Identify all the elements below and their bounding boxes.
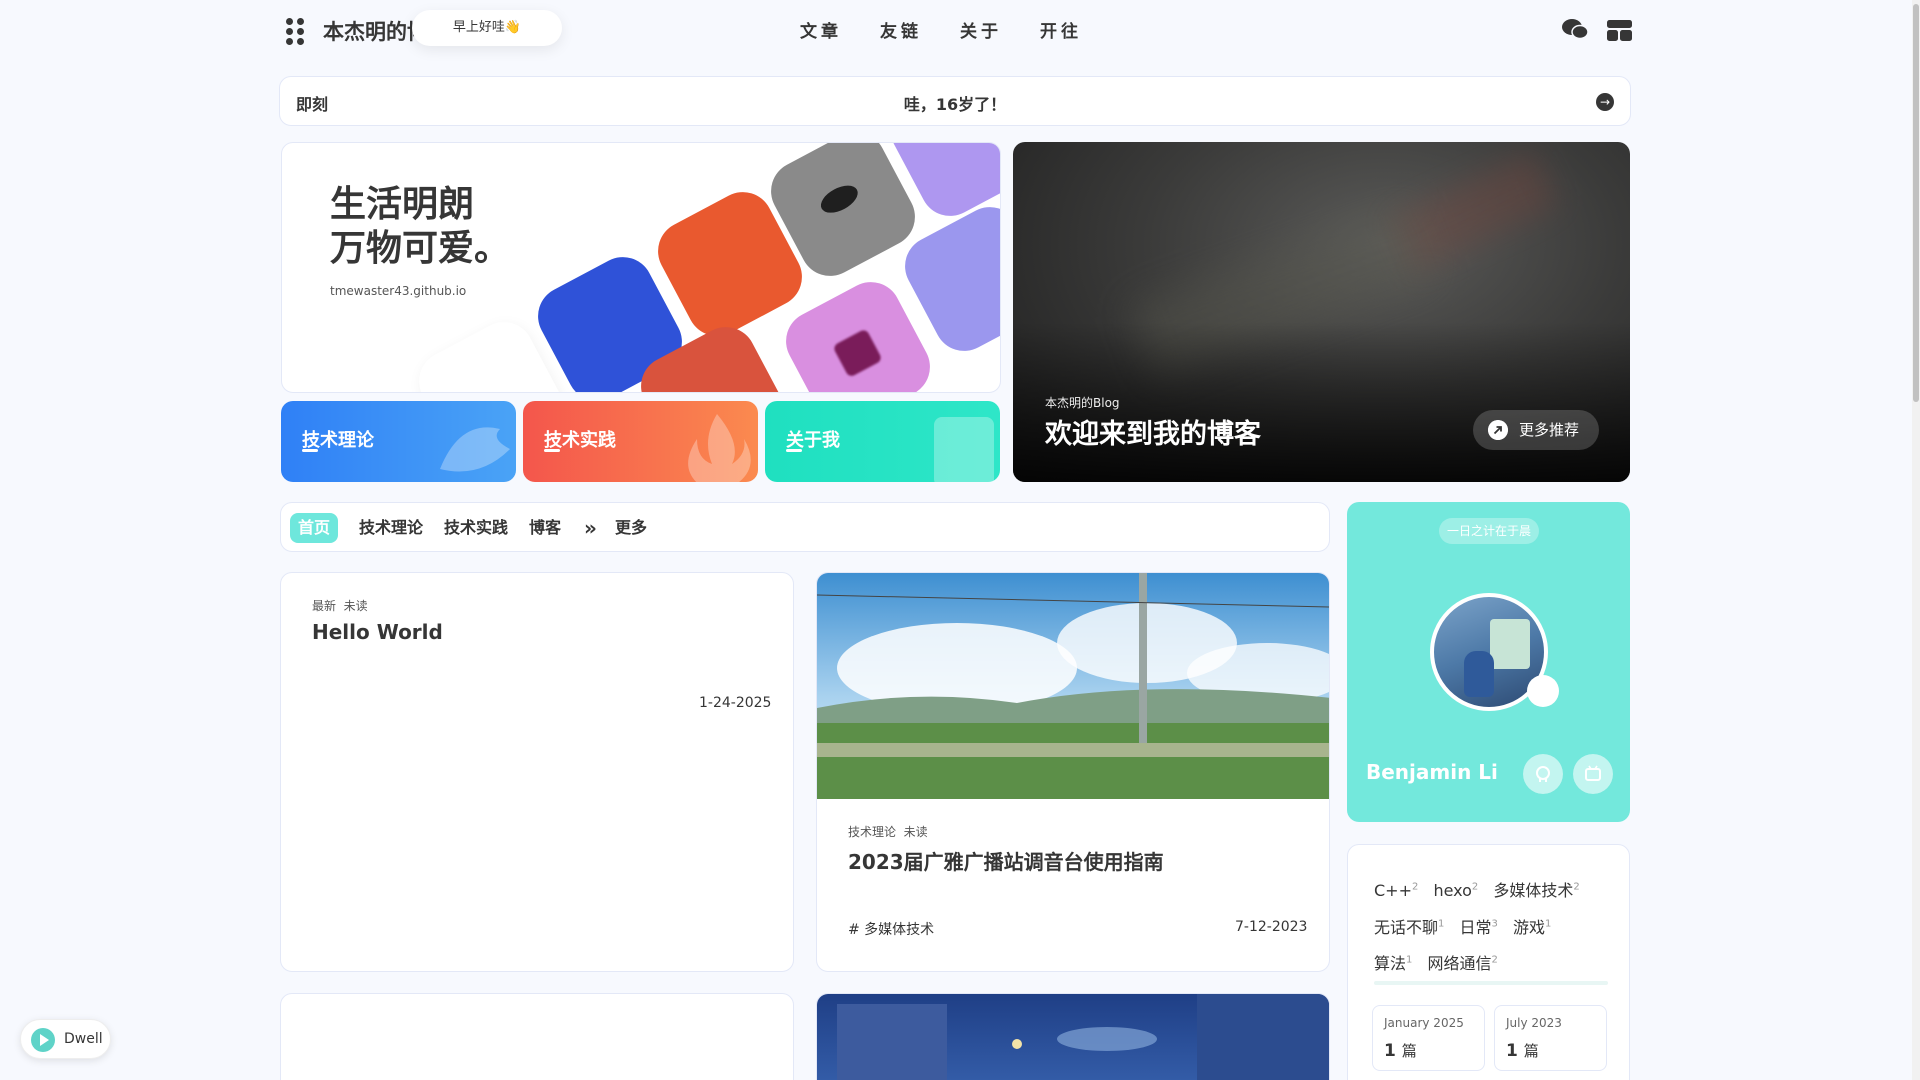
tag-item[interactable]: C++2 [1374, 881, 1418, 900]
tag-item[interactable]: 多媒体技术2 [1493, 881, 1579, 900]
more-recommendations-button[interactable]: 更多推荐 [1473, 410, 1599, 450]
nav-menu: 文章 友链 关于 开往 [800, 17, 1082, 42]
featured-subtitle: 本杰明的Blog [1045, 396, 1120, 410]
double-chevron-right-icon[interactable]: » [576, 513, 605, 543]
category-underline [786, 449, 802, 452]
nav-link-friends[interactable]: 友链 [880, 17, 922, 42]
archive-count: 1 篇 [1384, 1041, 1417, 1061]
author-name: Benjamin Li [1366, 760, 1498, 784]
nav-link-about[interactable]: 关于 [960, 17, 1002, 42]
post-date: 7-12-2023 [1235, 919, 1308, 935]
scrollbar-thumb[interactable] [1913, 4, 1919, 402]
archive-month: July 2023 [1506, 1016, 1562, 1030]
post-meta: 技术理论 未读 [848, 825, 928, 839]
category-card-about[interactable]: 关于我 [765, 401, 1000, 482]
play-icon [31, 1028, 55, 1052]
post-cover-image[interactable] [817, 573, 1330, 799]
github-icon[interactable] [1523, 754, 1563, 794]
divider [1374, 981, 1608, 985]
grid-dots-icon[interactable] [286, 18, 306, 45]
top-navbar: 本杰明的博客 早上好哇👋 文章 友链 关于 开往 [0, 0, 1912, 60]
arrow-right-icon[interactable]: → [1596, 93, 1614, 111]
featured-title: 欢迎来到我的博客 [1045, 419, 1261, 450]
bilibili-icon[interactable] [1573, 754, 1613, 794]
hero-banner: 生活明朗 万物可爱。 tmewaster43.github.io [281, 142, 1001, 393]
post-card[interactable] [816, 993, 1330, 1080]
layout-icon[interactable] [1607, 18, 1632, 42]
dwell-widget[interactable]: Dwell [20, 1019, 111, 1059]
post-tag[interactable]: # 多媒体技术 [848, 919, 934, 939]
archive-count: 1 篇 [1506, 1041, 1539, 1061]
post-meta: 最新 未读 [312, 599, 368, 613]
nav-link-articles[interactable]: 文章 [800, 17, 842, 42]
category-underline [544, 449, 560, 452]
slogan-line-1: 生活明朗 [330, 184, 475, 225]
tab-more[interactable]: 更多 [607, 513, 655, 543]
post-title[interactable]: 2023届广雅广播站调音台使用指南 [848, 846, 1164, 875]
post-cover-image[interactable] [817, 994, 1330, 1080]
tab-practice[interactable]: 技术实践 [436, 513, 516, 543]
hero-slogan: 生活明朗 万物可爱。 [330, 183, 510, 271]
status-dot [1527, 675, 1559, 707]
tag-item[interactable]: hexo2 [1433, 881, 1478, 900]
tag-cloud-card: C++2 hexo2 多媒体技术2 无话不聊1 日常3 游戏1 算法1 网络通信… [1347, 844, 1630, 1080]
post-card[interactable]: 技术理论 未读 2023届广雅广播站调音台使用指南 # 多媒体技术 7-12-2… [816, 572, 1330, 972]
archive-item[interactable]: January 2025 1 篇 [1372, 1005, 1485, 1071]
motto-badge: 一日之计在于晨 [1439, 518, 1539, 544]
announcement-bar[interactable]: 即刻 哇，16岁了！ → [279, 76, 1631, 126]
category-card-theory[interactable]: 技术理论 [281, 401, 516, 482]
fire-icon [688, 414, 751, 482]
nav-link-travelling[interactable]: 开往 [1040, 17, 1082, 42]
wechat-icon[interactable] [1562, 17, 1588, 41]
arrow-up-right-icon [1488, 420, 1508, 440]
tag-cloud: C++2 hexo2 多媒体技术2 无话不聊1 日常3 游戏1 算法1 网络通信… [1374, 871, 1614, 980]
site-title[interactable]: 本杰明的博客 [323, 16, 417, 46]
announcement-text: 哇，16岁了！ [903, 95, 1007, 114]
site-url: tmewaster43.github.io [330, 284, 467, 298]
book-icon [934, 417, 994, 482]
tag-item[interactable]: 游戏1 [1513, 918, 1551, 937]
dwell-label: Dwell [64, 1031, 103, 1047]
archive-item[interactable]: July 2023 1 篇 [1494, 1005, 1607, 1071]
post-card[interactable]: 最新 未读 Hello World 1-24-2025 [280, 572, 794, 972]
tag-item[interactable]: 网络通信2 [1427, 954, 1497, 973]
slogan-line-2: 万物可爱。 [330, 228, 511, 269]
category-tabs: 首页 技术理论 技术实践 博客 » 更多 [280, 502, 1330, 552]
tab-home[interactable]: 首页 [290, 513, 339, 543]
more-recommendations-label: 更多推荐 [1519, 421, 1580, 439]
greeting-bubble: 早上好哇👋 [412, 10, 562, 46]
post-date: 1-24-2025 [699, 695, 772, 711]
tag-item[interactable]: 算法1 [1374, 954, 1412, 973]
profile-card: 一日之计在于晨 Benjamin Li [1347, 502, 1630, 822]
post-title[interactable]: Hello World [312, 620, 443, 644]
category-card-practice[interactable]: 技术实践 [523, 401, 758, 482]
post-card[interactable] [280, 993, 794, 1080]
tab-theory[interactable]: 技术理论 [351, 513, 431, 543]
bird-icon [440, 427, 510, 472]
tag-item[interactable]: 无话不聊1 [1374, 918, 1444, 937]
featured-post-card[interactable]: 本杰明的Blog 欢迎来到我的博客 更多推荐 [1013, 142, 1630, 482]
tab-blog[interactable]: 博客 [521, 513, 569, 543]
category-underline [302, 449, 318, 452]
archive-month: January 2025 [1384, 1016, 1464, 1030]
tag-item[interactable]: 日常3 [1459, 918, 1497, 937]
